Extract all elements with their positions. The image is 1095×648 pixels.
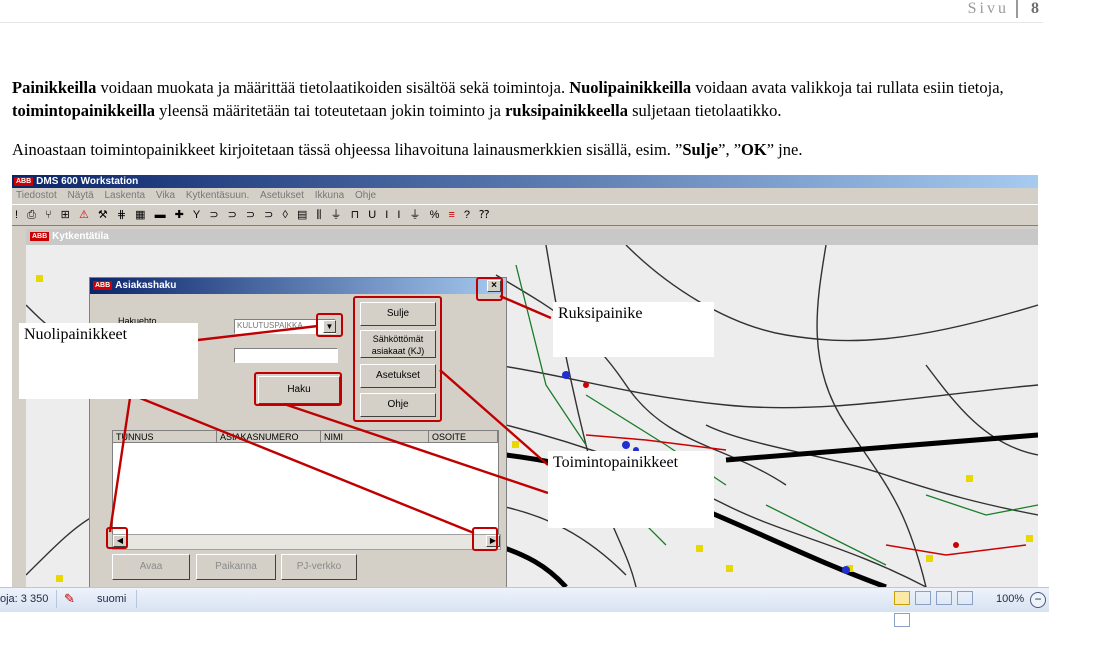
- zoom-out-icon[interactable]: −: [1030, 592, 1046, 608]
- word-count[interactable]: oja: 3 350: [0, 588, 48, 610]
- highlight-scroll-right: [472, 527, 498, 551]
- highlight-dropdown-arrow: [316, 313, 343, 337]
- proofing-icon[interactable]: ✎: [64, 588, 75, 610]
- callout-close-button: Ruksipainike: [553, 302, 714, 357]
- status-separator: [136, 590, 137, 608]
- status-separator: [56, 590, 57, 608]
- outline-view-icon[interactable]: [957, 591, 974, 605]
- draft-view-icon[interactable]: [894, 613, 910, 627]
- zoom-level[interactable]: 100%: [996, 588, 1024, 610]
- callout-action-buttons: Toimintopainikkeet: [548, 451, 714, 528]
- highlight-side-buttons: [353, 296, 442, 422]
- print-layout-view-icon[interactable]: [894, 591, 910, 605]
- full-screen-view-icon[interactable]: [915, 591, 932, 605]
- word-status-bar: oja: 3 350 ✎ suomi 100% −: [0, 587, 1049, 627]
- highlight-close-button: [476, 277, 503, 301]
- web-layout-view-icon[interactable]: [936, 591, 953, 605]
- view-buttons: [894, 591, 986, 627]
- language-indicator[interactable]: suomi: [97, 588, 126, 610]
- callout-arrow-buttons: Nuolipainikkeet: [19, 323, 198, 399]
- highlight-search-button: [254, 372, 342, 406]
- highlight-scroll-left: [106, 527, 128, 549]
